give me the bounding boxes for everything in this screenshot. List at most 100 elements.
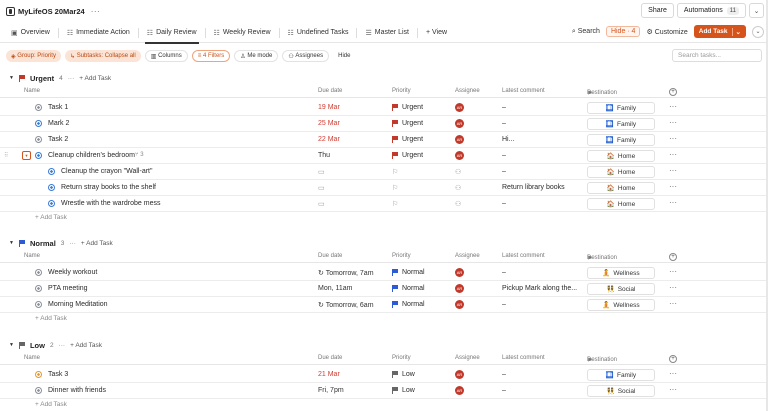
row-more-icon[interactable]: ··· (669, 134, 677, 143)
tab-weekly-review[interactable]: ☷ Weekly Review (209, 23, 276, 43)
latest-comment[interactable]: Return library books (502, 184, 565, 191)
group-more-icon[interactable]: ··· (68, 75, 75, 82)
flag-outline-icon[interactable]: ⚐ (392, 200, 398, 208)
avatar[interactable]: AR (455, 268, 464, 277)
status-icon[interactable] (35, 371, 42, 378)
due-date[interactable]: 25 Mar (318, 120, 340, 127)
avatar[interactable]: AR (455, 284, 464, 293)
table-row[interactable]: Morning Meditation ↻ Tomorrow, 6am Normal A… (0, 297, 768, 313)
destination-badge[interactable]: 🏠 Home (587, 198, 655, 210)
task-name[interactable]: Task 3 (48, 371, 68, 378)
task-name[interactable]: Task 2 (48, 136, 68, 143)
search-tasks-input[interactable]: Search tasks... (672, 49, 762, 62)
status-icon[interactable] (35, 301, 42, 308)
latest-comment[interactable]: – (502, 301, 506, 308)
add-task-row[interactable]: + Add Task (35, 401, 67, 408)
column-priority[interactable]: Priority (392, 253, 411, 259)
latest-comment[interactable]: – (502, 269, 506, 276)
search-button[interactable]: ⌕ Search (572, 28, 600, 36)
status-icon[interactable] (48, 200, 55, 207)
column-name[interactable]: Name (24, 253, 40, 259)
table-row[interactable]: PTA meeting Mon, 11am Normal AR Pickup Mark … (0, 281, 768, 297)
destination-badge[interactable]: 🛄 Family (587, 134, 655, 146)
column-assignee[interactable]: Assignee (455, 355, 480, 361)
destination-badge[interactable]: 🧘 Wellness (587, 299, 655, 311)
add-assignee-icon[interactable]: ⚇ (455, 168, 461, 176)
row-more-icon[interactable]: ··· (669, 385, 677, 394)
more-options-icon[interactable]: ··· (91, 7, 101, 16)
avatar[interactable]: AR (455, 300, 464, 309)
table-row[interactable]: Task 3 21 Mar Low AR – 🛄 Family ··· (0, 367, 768, 383)
table-row[interactable]: Task 2 22 Mar Urgent AR Hi... 🛄 Family ··· (0, 132, 768, 148)
hide-filter-chip[interactable]: Hide (333, 50, 355, 62)
collapse-triangle-icon[interactable]: ▼ (9, 342, 14, 348)
column-latest-comment[interactable]: Latest comment (502, 355, 545, 361)
row-more-icon[interactable]: ··· (669, 166, 677, 175)
add-column-icon[interactable]: + (669, 88, 677, 96)
task-name[interactable]: Weekly workout (48, 269, 97, 276)
status-icon[interactable] (35, 136, 42, 143)
avatar[interactable]: AR (455, 119, 464, 128)
task-name[interactable]: Dinner with friends (48, 387, 106, 394)
row-more-icon[interactable]: ··· (669, 299, 677, 308)
destination-badge[interactable]: 👯 Social (587, 385, 655, 397)
tab-overview[interactable]: ▣ Overview (6, 23, 55, 43)
table-row[interactable]: Weekly workout ↻ Tomorrow, 7am Normal AR – 🧘 W… (0, 265, 768, 281)
destination-badge[interactable]: 🏠 Home (587, 166, 655, 178)
add-task-row[interactable]: + Add Task (35, 214, 67, 221)
priority-cell[interactable]: Normal (392, 269, 425, 276)
add-assignee-icon[interactable]: ⚇ (455, 184, 461, 192)
collapse-triangle-icon[interactable]: ▼ (9, 75, 14, 81)
group-add-task-button[interactable]: + Add Task (79, 75, 111, 82)
table-row[interactable]: ⠿ ▼ Cleanup children's bedroom ⑂ 3 Thu Urgent… (0, 148, 768, 164)
status-icon[interactable] (35, 104, 42, 111)
due-date[interactable]: 19 Mar (318, 104, 340, 111)
group-add-task-button[interactable]: + Add Task (81, 240, 113, 247)
priority-cell[interactable]: Urgent (392, 120, 423, 127)
columns-chip[interactable]: ▥ Columns (144, 50, 188, 62)
status-icon[interactable] (35, 285, 42, 292)
task-name[interactable]: Mark 2 (48, 120, 69, 127)
status-icon[interactable] (35, 269, 42, 276)
tab-undefined-tasks[interactable]: ☷ Undefined Tasks (283, 23, 354, 43)
latest-comment[interactable]: – (502, 120, 506, 127)
destination-badge[interactable]: 🛄 Family (587, 369, 655, 381)
group-by-chip[interactable]: ◈ Group: Priority (6, 50, 61, 62)
priority-cell[interactable]: Urgent (392, 136, 423, 143)
flag-outline-icon[interactable]: ⚐ (392, 184, 398, 192)
row-more-icon[interactable]: ··· (669, 283, 677, 292)
flag-outline-icon[interactable]: ⚐ (392, 168, 398, 176)
drag-handle-icon[interactable]: ⠿ (4, 152, 8, 159)
collapse-triangle-icon[interactable]: ▼ (9, 240, 14, 246)
status-icon[interactable] (35, 120, 42, 127)
subtask-row[interactable]: Cleanup the crayon "Wall-art" ▭ ⚐ ⚇ – 🏠 Home ··… (0, 164, 768, 180)
add-task-button[interactable]: Add Task ⌄ (693, 25, 746, 38)
destination-badge[interactable]: 👯 Social (587, 283, 655, 295)
tab-immediate-action[interactable]: ☷ Immediate Action (62, 23, 135, 43)
tab-master-list[interactable]: ☰ Master List (360, 23, 414, 43)
status-icon[interactable] (35, 152, 42, 159)
task-name[interactable]: Wrestle with the wardrobe mess (61, 200, 160, 207)
latest-comment[interactable]: – (502, 200, 506, 207)
subtask-row[interactable]: Return stray books to the shelf ▭ ⚐ ⚇ Return… (0, 180, 768, 196)
avatar[interactable]: AR (455, 151, 464, 160)
destination-badge[interactable]: 🧘 Wellness (587, 267, 655, 279)
priority-cell[interactable]: Low (392, 371, 415, 378)
column-priority[interactable]: Priority (392, 88, 411, 94)
add-task-row[interactable]: + Add Task (35, 315, 67, 322)
latest-comment[interactable]: – (502, 387, 506, 394)
row-more-icon[interactable]: ··· (669, 369, 677, 378)
chevron-down-icon[interactable]: ⌄ (731, 27, 741, 36)
row-more-icon[interactable]: ··· (669, 267, 677, 276)
due-date[interactable]: 21 Mar (318, 371, 340, 378)
avatar[interactable]: AR (455, 386, 464, 395)
expand-subtasks-icon[interactable]: ▼ (22, 151, 31, 160)
column-name[interactable]: Name (24, 88, 40, 94)
column-priority[interactable]: Priority (392, 355, 411, 361)
add-assignee-icon[interactable]: ⚇ (455, 200, 461, 208)
latest-comment[interactable]: – (502, 152, 506, 159)
latest-comment[interactable]: Hi... (502, 136, 514, 143)
collapse-icon[interactable]: ⌄ (752, 25, 764, 38)
latest-comment[interactable]: – (502, 104, 506, 111)
avatar[interactable]: AR (455, 370, 464, 379)
